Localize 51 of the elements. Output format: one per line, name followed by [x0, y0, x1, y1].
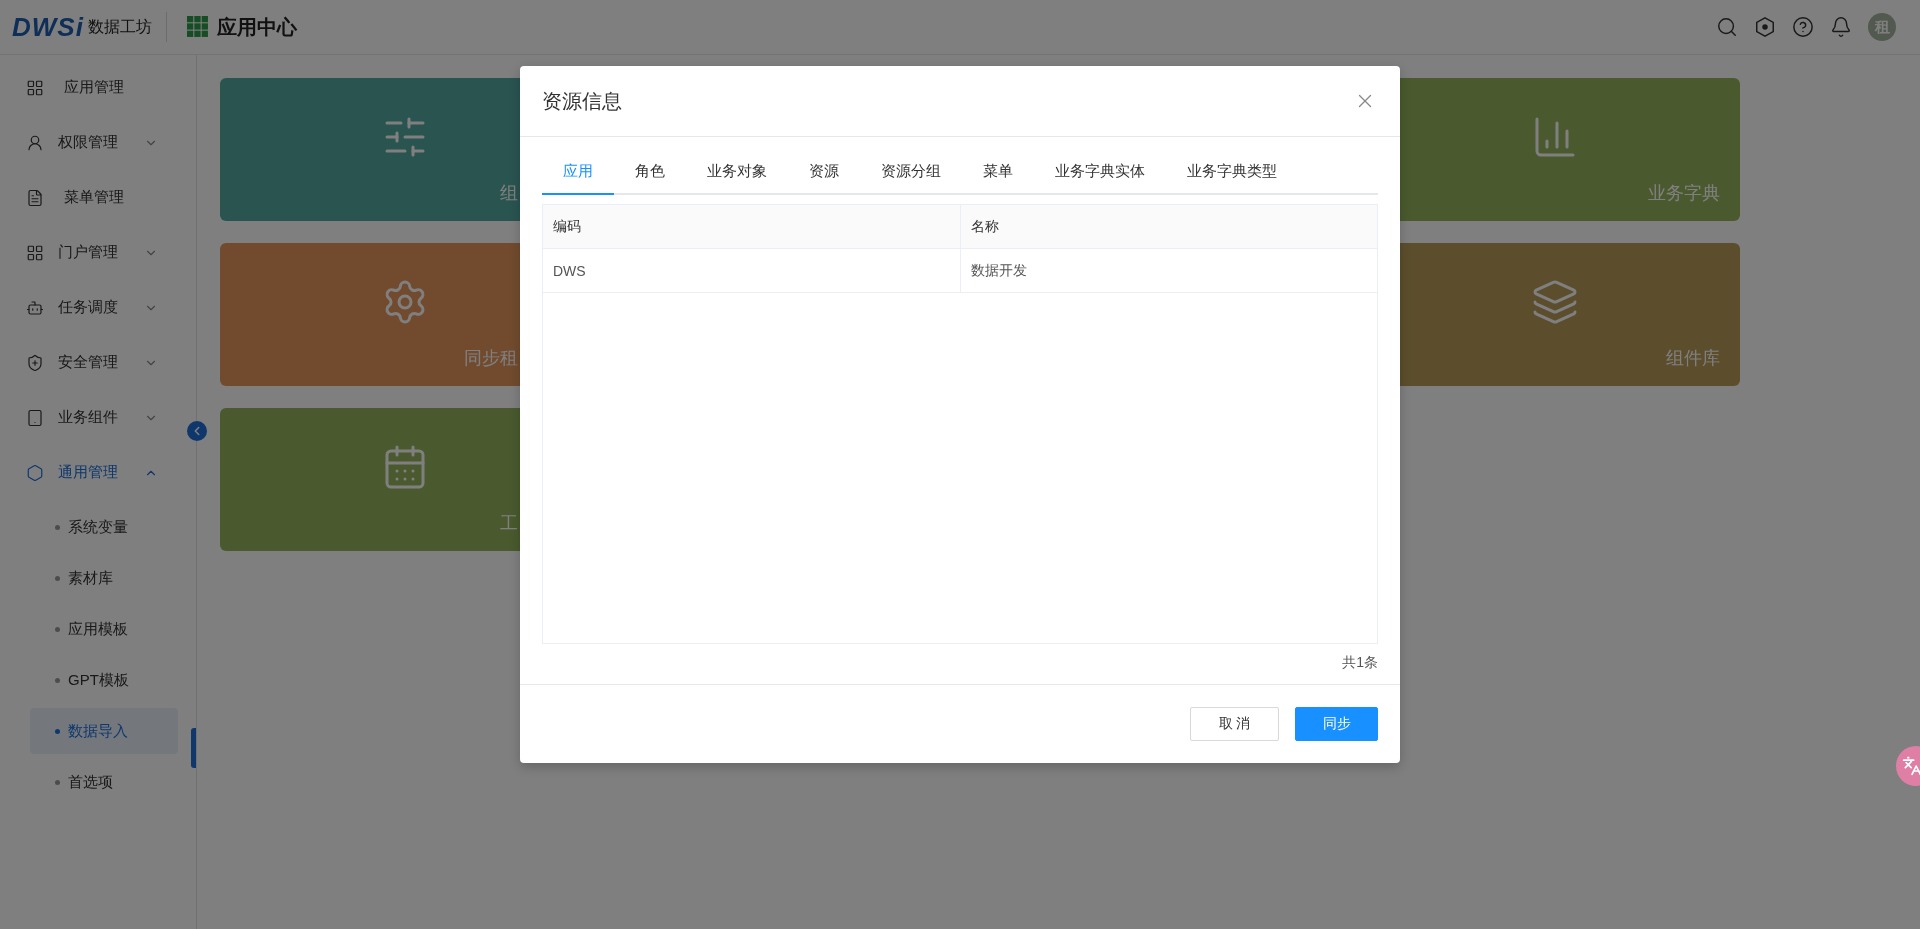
sidebar-subitem[interactable]: GPT模板	[30, 657, 178, 703]
card-label: 工	[500, 512, 519, 535]
tab[interactable]: 业务字典实体	[1034, 149, 1166, 195]
card-label: 业务字典	[1648, 182, 1720, 205]
ai-hexagon-icon[interactable]	[1754, 16, 1776, 38]
tab[interactable]: 角色	[614, 149, 686, 195]
grid-icon	[26, 243, 44, 262]
sidebar-subitem[interactable]: 系统变量	[30, 504, 178, 550]
tablet-icon	[26, 408, 44, 427]
sidebar-item[interactable]: 菜单管理	[0, 170, 196, 225]
sidebar-item[interactable]: 应用管理	[0, 60, 196, 115]
logo-mark: DWSi	[12, 11, 84, 43]
collapse-button[interactable]	[187, 421, 207, 441]
grid-icon	[26, 78, 44, 97]
translate-icon	[1902, 756, 1920, 776]
help-icon[interactable]	[1792, 16, 1814, 38]
sidebar-item[interactable]: 通用管理	[0, 445, 196, 500]
tab[interactable]: 资源	[788, 149, 860, 195]
tab[interactable]: 业务对象	[686, 149, 788, 195]
sidebar-subitem[interactable]: 应用模板	[30, 606, 178, 652]
user-icon	[26, 133, 44, 152]
card-label: 组	[500, 182, 519, 205]
tab[interactable]: 业务字典类型	[1166, 149, 1298, 195]
table-cell: 数据开发	[960, 249, 1377, 292]
total-count: 共1条	[1342, 654, 1378, 672]
robot-icon	[26, 298, 44, 317]
hexagon-icon	[26, 463, 44, 482]
sidebar-subitem[interactable]: 首选项	[30, 759, 178, 805]
tab[interactable]: 菜单	[962, 149, 1034, 195]
grid-icon	[186, 16, 209, 38]
selection-indicator	[191, 728, 196, 768]
cancel-button[interactable]: 取 消	[1190, 707, 1279, 741]
column-header: 名称	[960, 205, 1377, 248]
search-icon[interactable]	[1716, 16, 1738, 38]
card-label: 组件库	[1666, 347, 1720, 370]
sync-button[interactable]: 同步	[1295, 707, 1378, 741]
sidebar-item[interactable]: 安全管理	[0, 335, 196, 390]
shield-icon	[26, 353, 44, 372]
sidebar-item[interactable]: 门户管理	[0, 225, 196, 280]
sidebar-subitem[interactable]: 素材库	[30, 555, 178, 601]
tab[interactable]: 资源分组	[860, 149, 962, 195]
app-title: 应用中心	[216, 14, 297, 40]
sidebar-subitem[interactable]: 数据导入	[30, 708, 178, 754]
card-label: 同步租	[464, 347, 519, 370]
sidebar-item[interactable]: 权限管理	[0, 115, 196, 170]
sidebar-item[interactable]: 任务调度	[0, 280, 196, 335]
logo-name: 数据工坊	[87, 16, 152, 37]
bell-icon[interactable]	[1830, 16, 1852, 38]
table-cell-text: DWS	[552, 261, 587, 281]
document-icon	[26, 188, 44, 207]
tab[interactable]: 应用	[542, 149, 614, 195]
